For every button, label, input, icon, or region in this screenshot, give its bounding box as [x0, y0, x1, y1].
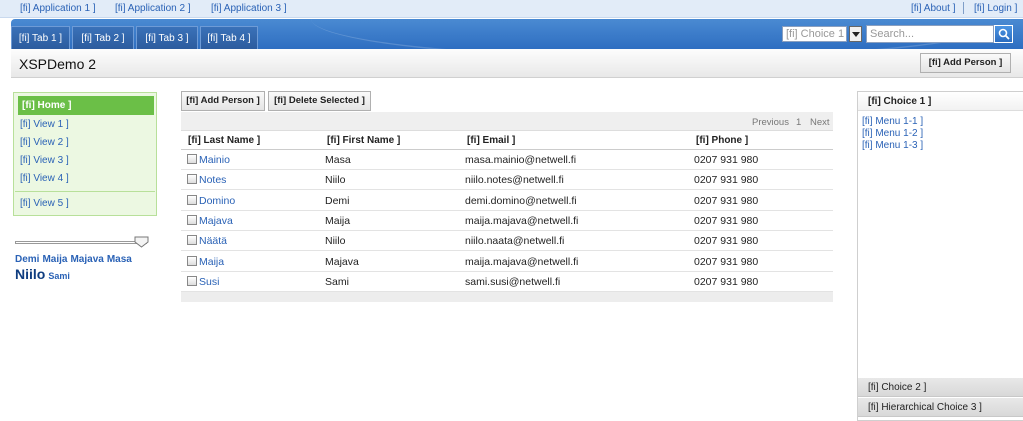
phone-cell: 0207 931 980 [694, 214, 759, 227]
title-bar: XSPDemo 2 [fi] Add Person ] [11, 49, 1023, 78]
table-row: Maija Majava maija.majava@netwell.fi 0207 9… [181, 252, 833, 272]
last-name-link[interactable]: Domino [199, 195, 235, 207]
nav-item-view-4[interactable]: [fi] View 4 ] [20, 173, 69, 184]
nav-item-view-3[interactable]: [fi] View 3 ] [20, 155, 69, 166]
email-cell: masa.mainio@netwell.fi [465, 154, 577, 166]
pager-page[interactable]: 1 [796, 117, 801, 128]
menu-item-1-1[interactable]: [fi] Menu 1-1 ] [862, 116, 923, 127]
table-row: Susi Sami sami.susi@netwell.fi 0207 931 980 [181, 272, 833, 292]
right-accordion: [fi] Choice 1 ] [fi] Menu 1-1 ] [fi] Men… [857, 91, 1023, 421]
phone-cell: 0207 931 980 [694, 154, 759, 166]
row-checkbox[interactable] [187, 214, 197, 225]
menu-item-1-2[interactable]: [fi] Menu 1-2 ] [862, 128, 923, 139]
nav-item-view-1[interactable]: [fi] View 1 ] [20, 119, 69, 130]
pager-next[interactable]: Next [810, 117, 830, 128]
tag-link[interactable]: Masa [107, 254, 132, 265]
row-checkbox[interactable] [187, 174, 197, 185]
left-navigation: [fi] Home ] [fi] View 1 ] [fi] View 2 ] … [13, 92, 157, 216]
accordion-hierarchical-choice-3[interactable]: [fi] Hierarchical Choice 3 ] [858, 398, 1023, 417]
row-checkbox[interactable] [187, 235, 197, 246]
nav-item-view-5[interactable]: [fi] View 5 ] [20, 198, 69, 209]
accordion-choice-1[interactable]: [fi] Choice 1 ] [858, 92, 1023, 111]
tag-link[interactable]: Maija [42, 254, 67, 265]
last-name-link[interactable]: Majava [199, 215, 233, 227]
row-checkbox[interactable] [187, 154, 197, 164]
phone-cell: 0207 931 980 [694, 174, 759, 187]
tab-2[interactable]: [fi] Tab 2 ] [72, 26, 134, 49]
pager-previous[interactable]: Previous [752, 117, 789, 128]
slider-handle[interactable] [134, 236, 149, 248]
first-name-cell: Majava [325, 255, 359, 268]
email-cell: niilo.naata@netwell.fi [465, 235, 565, 248]
search-input[interactable]: Search... [866, 25, 994, 43]
app-link-3[interactable]: [fi] Application 3 ] [211, 3, 287, 14]
tab-3[interactable]: [fi] Tab 3 ] [136, 26, 198, 49]
tag-link[interactable]: Niilo [15, 266, 45, 282]
first-name-cell: Niilo [325, 174, 346, 187]
phone-cell: 0207 931 980 [694, 235, 759, 248]
tab-4[interactable]: [fi] Tab 4 ] [200, 26, 258, 49]
add-person-button-header[interactable]: [fi] Add Person ] [920, 53, 1011, 73]
delete-selected-button[interactable]: [fi] Delete Selected ] [268, 91, 371, 111]
about-link[interactable]: [fi] About ] [911, 3, 955, 14]
phone-cell: 0207 931 980 [694, 275, 759, 288]
table-row: Majava Maija maija.majava@netwell.fi 0207 9… [181, 211, 833, 231]
tag-link[interactable]: Sami [48, 271, 70, 281]
tag-link[interactable]: Majava [70, 254, 103, 265]
tag-cloud: Demi Maija Majava Masa Niilo Sami [15, 254, 155, 282]
phone-cell: 0207 931 980 [694, 194, 759, 207]
search-button[interactable] [994, 25, 1013, 43]
link-separator [963, 2, 964, 14]
nav-divider [15, 191, 155, 192]
login-link[interactable]: [fi] Login ] [974, 3, 1017, 14]
page-title: XSPDemo 2 [19, 56, 97, 72]
table-row: Domino Demi demi.domino@netwell.fi 0207 931… [181, 191, 833, 211]
first-name-cell: Sami [325, 275, 349, 288]
last-name-link[interactable]: Notes [199, 174, 226, 186]
nav-item-home[interactable]: [fi] Home ] [18, 96, 154, 115]
column-header-last-name[interactable]: [fi] Last Name ] [188, 135, 260, 146]
table-row: Näätä Niilo niilo.naata@netwell.fi 0207 931… [181, 231, 833, 252]
last-name-link[interactable]: Näätä [199, 235, 227, 247]
app-link-2[interactable]: [fi] Application 2 ] [115, 3, 191, 14]
last-name-link[interactable]: Susi [199, 276, 219, 288]
email-cell: niilo.notes@netwell.fi [465, 174, 564, 187]
app-link-1[interactable]: [fi] Application 1 ] [20, 3, 96, 14]
column-header-first-name[interactable]: [fi] First Name ] [327, 135, 400, 146]
column-header-email[interactable]: [fi] Email ] [467, 135, 515, 146]
first-name-cell: Maija [325, 214, 351, 227]
search-icon [998, 28, 1010, 40]
table-header: [fi] Last Name ] [fi] First Name ] [fi] … [181, 131, 833, 150]
column-header-phone[interactable]: [fi] Phone ] [696, 135, 748, 146]
tab-1[interactable]: [fi] Tab 1 ] [11, 26, 70, 49]
table-footer [181, 292, 833, 302]
nav-item-view-2[interactable]: [fi] View 2 ] [20, 137, 69, 148]
first-name-cell: Niilo [325, 235, 346, 248]
phone-cell: 0207 931 980 [694, 255, 759, 268]
menu-item-1-3[interactable]: [fi] Menu 1-3 ] [862, 140, 923, 151]
table-row: Notes Niilo niilo.notes@netwell.fi 0207 931… [181, 170, 833, 191]
slider-track[interactable] [15, 241, 147, 244]
row-checkbox[interactable] [187, 194, 197, 205]
add-person-button[interactable]: [fi] Add Person ] [181, 91, 265, 111]
pager: Previous 1 Next [181, 112, 833, 131]
first-name-cell: Demi [325, 194, 350, 207]
table-row: Mainio Masa masa.mainio@netwell.fi 0207 931… [181, 150, 833, 170]
top-utility-bar: [fi] Application 1 ] [fi] Application 2 … [0, 0, 1023, 18]
email-cell: sami.susi@netwell.fi [465, 275, 561, 288]
first-name-cell: Masa [325, 154, 351, 166]
chevron-down-icon[interactable] [849, 26, 862, 42]
row-checkbox[interactable] [187, 255, 197, 266]
email-cell: demi.domino@netwell.fi [465, 194, 577, 207]
tag-link[interactable]: Demi [15, 254, 39, 265]
last-name-link[interactable]: Mainio [199, 154, 230, 166]
email-cell: maija.majava@netwell.fi [465, 255, 579, 268]
choice-select[interactable]: [fi] Choice 1 ] [782, 26, 847, 42]
last-name-link[interactable]: Maija [199, 256, 224, 268]
email-cell: maija.majava@netwell.fi [465, 214, 579, 227]
accordion-choice-2[interactable]: [fi] Choice 2 ] [858, 378, 1023, 397]
row-checkbox[interactable] [187, 275, 197, 286]
